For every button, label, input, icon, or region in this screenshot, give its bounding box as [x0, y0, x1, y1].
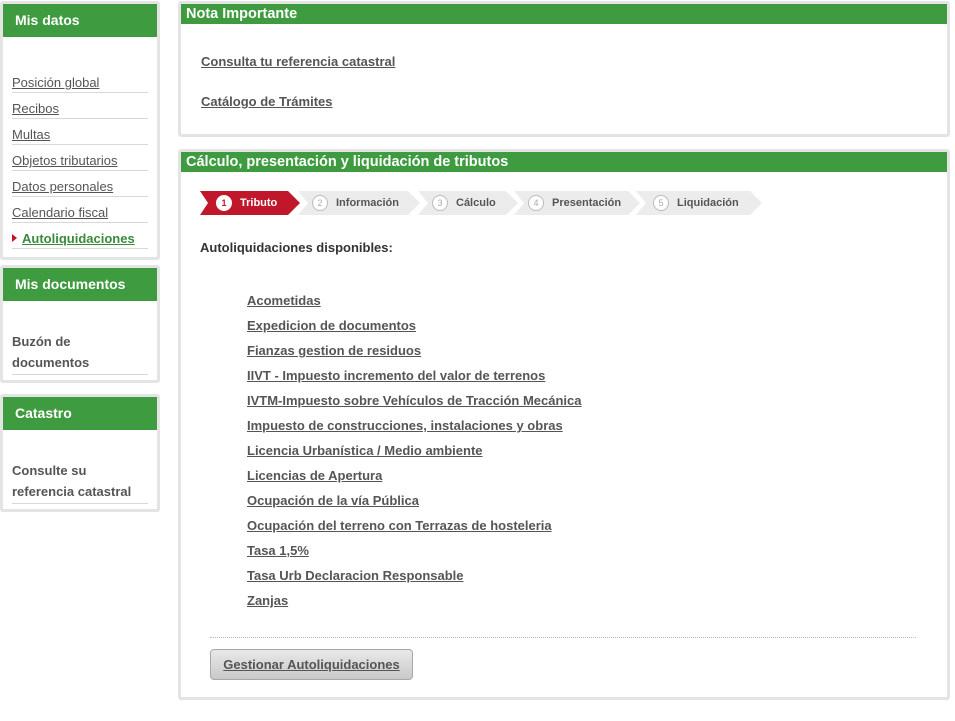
step-number: 4 [528, 195, 544, 211]
list-item[interactable]: IIVT - Impuesto incremento del valor de … [247, 367, 581, 392]
list-item[interactable]: Ocupación del terreno con Terrazas de ho… [247, 517, 581, 542]
tributos-list: Acometidas Expedicion de documentos Fian… [247, 292, 581, 617]
sidebar-item-label[interactable]: Recibos [12, 101, 59, 116]
step-number: 1 [216, 195, 232, 211]
divider [210, 637, 916, 638]
catastro-line-2[interactable]: referencia catastral [12, 484, 131, 499]
list-item[interactable]: Impuesto de construcciones, instalacione… [247, 417, 581, 442]
sidebar-item-autoliquidaciones[interactable]: Autoliquidaciones [12, 223, 148, 249]
sidebar-item-calendario-fiscal[interactable]: Calendario fiscal [12, 197, 148, 223]
sidebar-item-label[interactable]: Objetos tributarios [12, 153, 118, 168]
autoliquidaciones-disponibles-heading: Autoliquidaciones disponibles: [200, 240, 393, 255]
list-item[interactable]: Tasa Urb Declaracion Responsable [247, 567, 581, 592]
catastro-panel: Catastro Consulte su referencia catastra… [0, 394, 160, 512]
step-label: Tributo [240, 197, 278, 209]
tributo-link[interactable]: Licencias de Apertura [247, 468, 382, 483]
step-label: Presentación [552, 197, 622, 209]
sidebar-item-recibos[interactable]: Recibos [12, 93, 148, 119]
sidebar-item-multas[interactable]: Multas [12, 119, 148, 145]
list-item[interactable]: Licencia Urbanística / Medio ambiente [247, 442, 581, 467]
list-item[interactable]: Zanjas [247, 592, 581, 617]
tributo-link[interactable]: IIVT - Impuesto incremento del valor de … [247, 368, 545, 383]
list-item[interactable]: Licencias de Apertura [247, 467, 581, 492]
nota-importante-panel: Nota Importante Consulta tu referencia c… [178, 1, 950, 137]
list-item[interactable]: Fianzas gestion de residuos [247, 342, 581, 367]
list-item[interactable]: Acometidas [247, 292, 581, 317]
buzon-documentos-link[interactable]: Buzón de documentos [12, 331, 148, 375]
mis-datos-panel: Mis datos Posición global Recibos Multas… [0, 1, 160, 260]
catastro-title: Catastro [3, 397, 157, 430]
step-number: 3 [432, 195, 448, 211]
nota-importante-title: Nota Importante [181, 4, 947, 24]
tributo-link[interactable]: Tasa 1,5% [247, 543, 309, 558]
mis-datos-title: Mis datos [3, 4, 157, 37]
sidebar-item-objetos-tributarios[interactable]: Objetos tributarios [12, 145, 148, 171]
tributo-link[interactable]: Expedicion de documentos [247, 318, 416, 333]
step-presentacion: 4 Presentación [514, 191, 640, 215]
tributo-link[interactable]: Impuesto de construcciones, instalacione… [247, 418, 563, 433]
tributo-link[interactable]: Zanjas [247, 593, 288, 608]
sidebar-item-label[interactable]: Posición global [12, 75, 99, 90]
step-label: Información [336, 197, 399, 209]
list-item[interactable]: Expedicion de documentos [247, 317, 581, 342]
gestionar-autoliquidaciones-button[interactable]: Gestionar Autoliquidaciones [210, 649, 413, 680]
buzon-line-1[interactable]: Buzón de [12, 334, 71, 349]
step-number: 5 [653, 195, 669, 211]
active-arrow-icon [12, 234, 17, 242]
mis-documentos-panel: Mis documentos Buzón de documentos [0, 265, 160, 383]
tributo-link[interactable]: Ocupación del terreno con Terrazas de ho… [247, 518, 552, 533]
step-calculo: 3 Cálculo [418, 191, 518, 215]
sidebar-item-datos-personales[interactable]: Datos personales [12, 171, 148, 197]
sidebar-item-label[interactable]: Datos personales [12, 179, 113, 194]
catalogo-tramites-link[interactable]: Catálogo de Trámites [201, 94, 332, 109]
calculo-panel: Cálculo, presentación y liquidación de t… [178, 149, 950, 700]
step-label: Cálculo [456, 197, 496, 209]
list-item[interactable]: IVTM-Impuesto sobre Vehículos de Tracció… [247, 392, 581, 417]
sidebar-item-label[interactable]: Autoliquidaciones [22, 231, 135, 246]
referencia-catastral-link[interactable]: Consulte su referencia catastral [12, 460, 148, 504]
catastro-line-1[interactable]: Consulte su [12, 463, 86, 478]
list-item[interactable]: Ocupación de la vía Pública [247, 492, 581, 517]
sidebar-item-posicion-global[interactable]: Posición global [12, 67, 148, 93]
step-liquidacion: 5 Liquidación [636, 191, 762, 215]
mis-datos-menu: Posición global Recibos Multas Objetos t… [3, 37, 157, 249]
step-tributo: 1 Tributo [200, 191, 300, 215]
tributo-link[interactable]: Tasa Urb Declaracion Responsable [247, 568, 464, 583]
step-number: 2 [312, 195, 328, 211]
tributo-link[interactable]: IVTM-Impuesto sobre Vehículos de Tracció… [247, 393, 581, 408]
list-item[interactable]: Tasa 1,5% [247, 542, 581, 567]
tributo-link[interactable]: Acometidas [247, 293, 321, 308]
tributo-link[interactable]: Licencia Urbanística / Medio ambiente [247, 443, 483, 458]
buzon-line-2[interactable]: documentos [12, 355, 89, 370]
sidebar-item-label[interactable]: Calendario fiscal [12, 205, 108, 220]
sidebar-item-label[interactable]: Multas [12, 127, 50, 142]
tributo-link[interactable]: Ocupación de la vía Pública [247, 493, 419, 508]
tributo-link[interactable]: Fianzas gestion de residuos [247, 343, 421, 358]
mis-documentos-title: Mis documentos [3, 268, 157, 301]
step-informacion: 2 Información [298, 191, 420, 215]
step-label: Liquidación [677, 197, 739, 209]
consulta-referencia-catastral-link[interactable]: Consulta tu referencia catastral [201, 54, 395, 69]
calculo-title: Cálculo, presentación y liquidación de t… [181, 152, 947, 172]
